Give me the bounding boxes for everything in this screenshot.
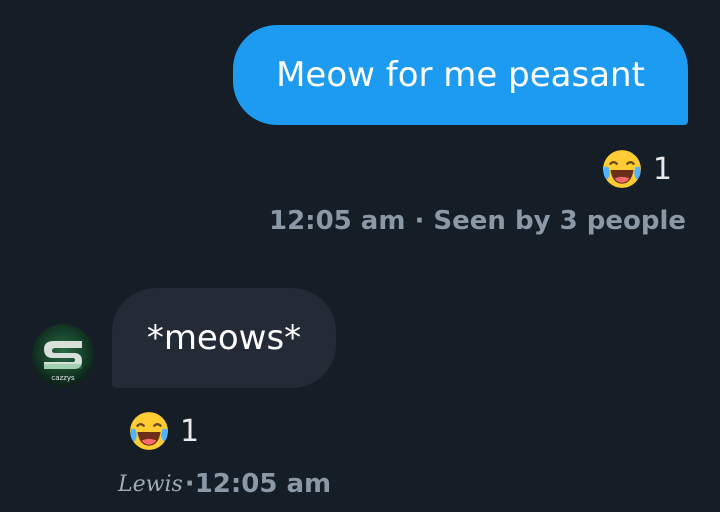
- outgoing-message-text: Meow for me peasant: [276, 55, 645, 95]
- incoming-message-bubble[interactable]: *meows*: [112, 288, 336, 388]
- cazzys-logo-icon: cazzys: [32, 324, 94, 386]
- incoming-message-text: *meows*: [146, 318, 302, 358]
- outgoing-message-bubble[interactable]: Meow for me peasant: [233, 25, 688, 125]
- outgoing-separator: ·: [405, 206, 434, 236]
- avatar[interactable]: cazzys: [32, 324, 94, 386]
- seen-by-status[interactable]: Seen by 3 people: [433, 206, 686, 236]
- incoming-message-meta: Lewis · 12:05 am: [118, 469, 331, 499]
- incoming-time: 12:05 am: [194, 469, 332, 499]
- outgoing-reaction-count: 1: [652, 151, 672, 187]
- avatar-text: cazzys: [51, 374, 75, 382]
- outgoing-reaction[interactable]: 1: [601, 148, 672, 190]
- face-with-tears-of-joy-icon: [130, 412, 168, 450]
- face-with-tears-of-joy-icon: [603, 150, 641, 188]
- outgoing-time: 12:05 am: [268, 206, 406, 236]
- outgoing-message-status: 12:05 am · Seen by 3 people: [269, 206, 686, 236]
- incoming-reaction-count: 1: [180, 413, 200, 449]
- incoming-separator: ·: [184, 469, 195, 499]
- incoming-reaction[interactable]: 1: [128, 410, 199, 452]
- sender-name[interactable]: Lewis: [118, 472, 183, 497]
